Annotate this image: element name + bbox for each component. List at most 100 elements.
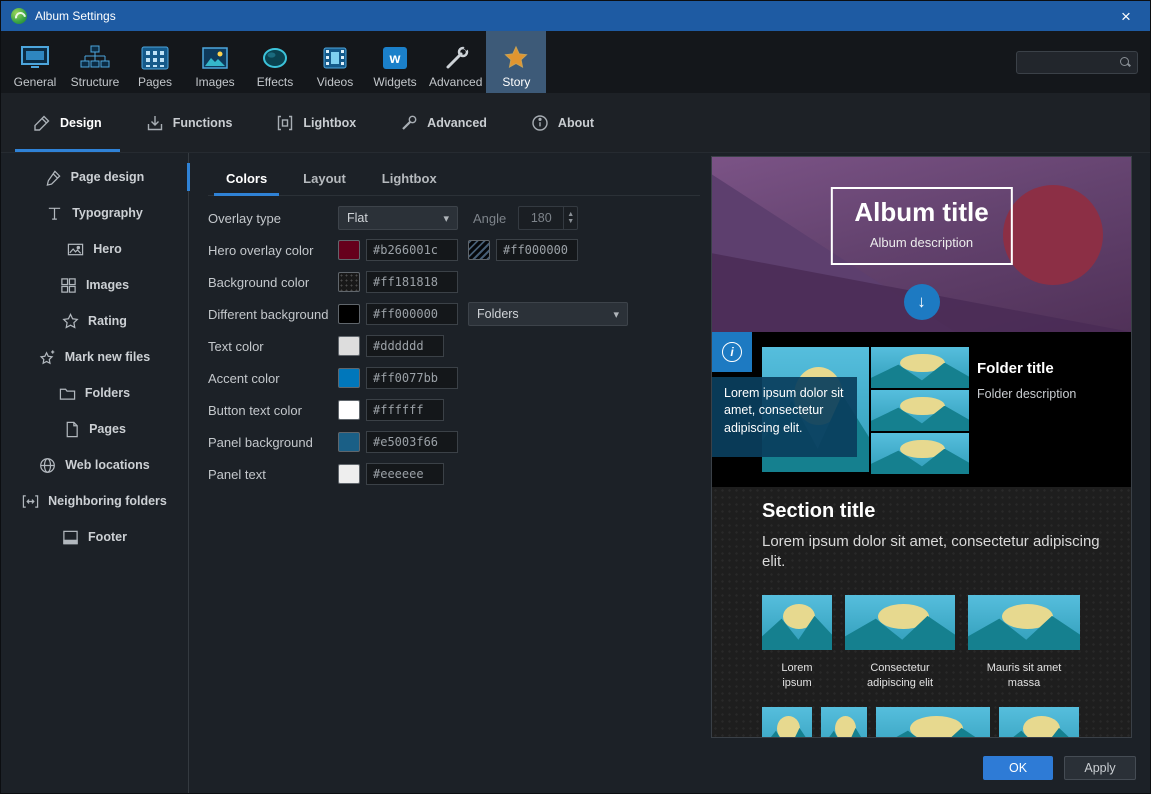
thumbnail-image bbox=[968, 595, 1080, 650]
search-box bbox=[1016, 51, 1138, 74]
tab-label: Videos bbox=[317, 75, 353, 89]
typography-icon bbox=[46, 205, 63, 222]
tab-label: Design bbox=[60, 116, 102, 130]
hero-overlay-color2-swatch[interactable] bbox=[468, 240, 490, 260]
search-input[interactable] bbox=[1023, 55, 1119, 69]
tab-story[interactable]: Story bbox=[486, 31, 546, 93]
hero-overlay-color-swatch[interactable] bbox=[338, 240, 360, 260]
form-rows: Overlay type Flat ▾ Angle ▲▼ Hero overla… bbox=[208, 202, 700, 490]
background-color-value[interactable] bbox=[366, 271, 458, 293]
tab-widgets[interactable]: w Widgets bbox=[365, 31, 425, 93]
panel-text-value[interactable] bbox=[366, 463, 444, 485]
sidebar-item-neighboring-folders[interactable]: Neighboring folders bbox=[1, 483, 188, 519]
album-description: Album description bbox=[854, 235, 988, 250]
panel-background-swatch[interactable] bbox=[338, 432, 360, 452]
overlay-type-select[interactable]: Flat ▾ bbox=[338, 206, 458, 230]
field-label: Overlay type bbox=[208, 211, 338, 226]
tab-general[interactable]: General bbox=[5, 31, 65, 93]
different-background-value[interactable] bbox=[366, 303, 458, 325]
tab-effects[interactable]: Effects bbox=[245, 31, 305, 93]
close-button[interactable]: × bbox=[1112, 8, 1140, 25]
row-background-color: Background color bbox=[208, 266, 700, 298]
sidebar-item-footer[interactable]: Footer bbox=[1, 519, 188, 555]
spinner-buttons[interactable]: ▲▼ bbox=[563, 207, 577, 229]
sidebar-item-label: Pages bbox=[89, 422, 126, 436]
tab-colors[interactable]: Colors bbox=[210, 165, 283, 195]
background-color-swatch[interactable] bbox=[338, 272, 360, 292]
text-color-value[interactable] bbox=[366, 335, 444, 357]
spin-up-icon[interactable]: ▲ bbox=[564, 211, 577, 218]
tab-functions[interactable]: Functions bbox=[124, 93, 255, 152]
thumbnail-image bbox=[762, 595, 832, 650]
text-color-swatch[interactable] bbox=[338, 336, 360, 356]
tab-about[interactable]: About bbox=[509, 93, 616, 152]
grid-icon bbox=[60, 277, 77, 294]
tab-lightbox[interactable]: Lightbox bbox=[254, 93, 378, 152]
tab-label: Lightbox bbox=[303, 116, 356, 130]
tab-pages[interactable]: Pages bbox=[125, 31, 185, 93]
panel-background-value[interactable] bbox=[366, 431, 458, 453]
row-accent-color: Accent color bbox=[208, 362, 700, 394]
tab-lightbox-panel[interactable]: Lightbox bbox=[366, 165, 453, 195]
tab-advanced-skin[interactable]: Advanced bbox=[378, 93, 509, 152]
ok-button[interactable]: OK bbox=[983, 756, 1053, 780]
accent-color-swatch[interactable] bbox=[338, 368, 360, 388]
field-label: Hero overlay color bbox=[208, 243, 338, 258]
scroll-down-button[interactable] bbox=[904, 284, 940, 320]
images-icon bbox=[201, 44, 229, 72]
angle-input[interactable] bbox=[519, 207, 563, 229]
section-thumbnails-row2 bbox=[762, 707, 1079, 738]
neighboring-arrows-icon bbox=[22, 493, 39, 510]
sidebar-item-label: Folders bbox=[85, 386, 130, 400]
sidebar-item-images[interactable]: Images bbox=[1, 267, 188, 303]
tab-design[interactable]: Design bbox=[11, 93, 124, 152]
sidebar-item-folders[interactable]: Folders bbox=[1, 375, 188, 411]
pen-nib-icon bbox=[45, 169, 62, 186]
page-icon bbox=[63, 421, 80, 438]
chevron-down-icon: ▾ bbox=[443, 212, 449, 225]
info-icon[interactable] bbox=[712, 332, 752, 372]
hero-sun-shape bbox=[1003, 185, 1103, 285]
hero-overlay-color-value[interactable] bbox=[366, 239, 458, 261]
sidebar-item-rating[interactable]: Rating bbox=[1, 303, 188, 339]
row-button-text-color: Button text color bbox=[208, 394, 700, 426]
tab-label: Images bbox=[195, 75, 234, 89]
sidebar-item-hero[interactable]: Hero bbox=[1, 231, 188, 267]
section-title: Section title bbox=[762, 500, 875, 523]
sidebar-item-typography[interactable]: Typography bbox=[1, 195, 188, 231]
tab-label: Structure bbox=[71, 75, 120, 89]
spin-down-icon[interactable]: ▼ bbox=[564, 218, 577, 225]
footer-icon bbox=[62, 529, 79, 546]
sidebar-item-pages[interactable]: Pages bbox=[1, 411, 188, 447]
sidebar-item-web-locations[interactable]: Web locations bbox=[1, 447, 188, 483]
accent-color-value[interactable] bbox=[366, 367, 458, 389]
tab-label: Advanced bbox=[427, 116, 487, 130]
tab-structure[interactable]: Structure bbox=[65, 31, 125, 93]
tab-videos[interactable]: Videos bbox=[305, 31, 365, 93]
row-text-color: Text color bbox=[208, 330, 700, 362]
folder-title: Folder title bbox=[977, 360, 1076, 377]
different-background-select[interactable]: Folders ▾ bbox=[468, 302, 628, 326]
different-background-swatch[interactable] bbox=[338, 304, 360, 324]
sidebar-item-mark-new-files[interactable]: Mark new files bbox=[1, 339, 188, 375]
thumbnail-image bbox=[876, 707, 990, 738]
select-value: Folders bbox=[477, 307, 519, 321]
button-text-color-swatch[interactable] bbox=[338, 400, 360, 420]
tab-layout[interactable]: Layout bbox=[287, 165, 362, 195]
download-tray-icon bbox=[146, 114, 164, 132]
field-label: Panel background bbox=[208, 435, 338, 450]
hero-overlay-color2-value[interactable] bbox=[496, 239, 578, 261]
folder-thumbnail-stack bbox=[871, 347, 969, 474]
button-text-color-value[interactable] bbox=[366, 399, 444, 421]
panel-text-swatch[interactable] bbox=[338, 464, 360, 484]
tab-advanced-main[interactable]: Advanced bbox=[425, 31, 486, 93]
tab-images[interactable]: Images bbox=[185, 31, 245, 93]
apply-button[interactable]: Apply bbox=[1064, 756, 1136, 780]
search-icon[interactable] bbox=[1119, 56, 1131, 68]
sidebar-item-page-design[interactable]: Page design bbox=[1, 159, 188, 195]
pen-icon bbox=[33, 114, 51, 132]
structure-icon bbox=[80, 44, 110, 72]
main-toolbar: General Structure Pages Images Effects bbox=[1, 31, 1150, 93]
videos-icon bbox=[321, 44, 349, 72]
info-icon bbox=[531, 114, 549, 132]
